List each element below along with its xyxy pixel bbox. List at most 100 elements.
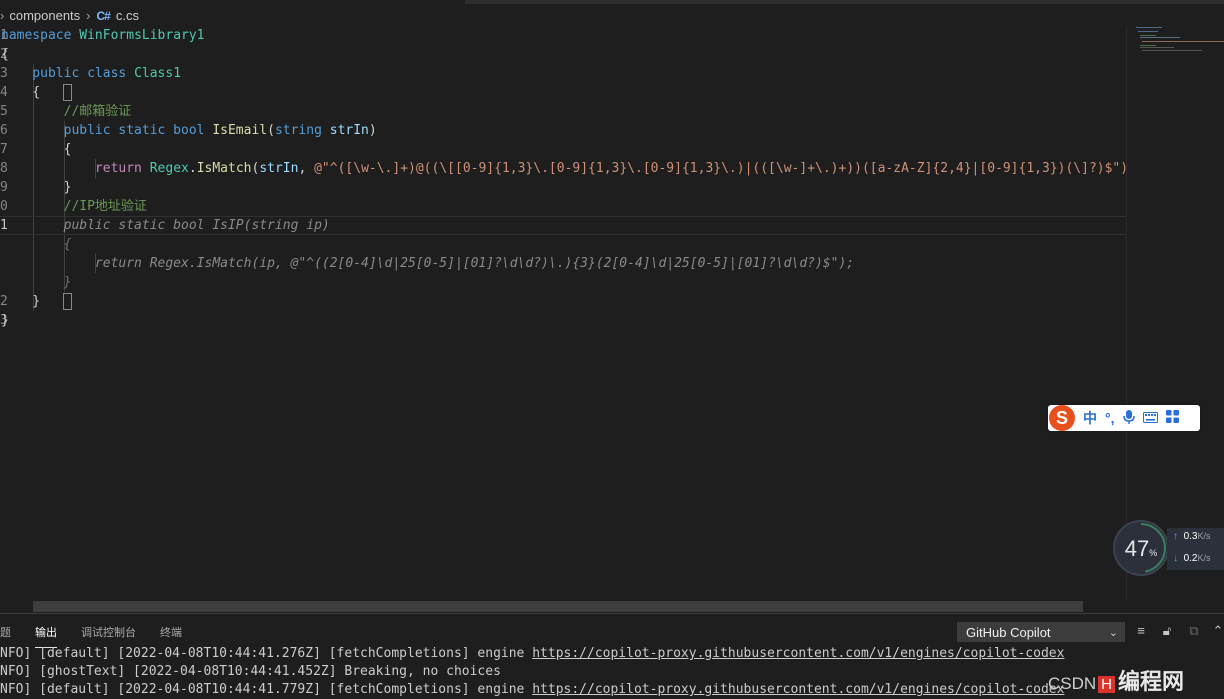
ime-toolbar[interactable]: S 中 °, bbox=[1048, 405, 1200, 431]
log-line: NFO] [ghostText] [2022-04-08T10:44:41.45… bbox=[0, 663, 501, 681]
code-token: IsEmail bbox=[212, 123, 268, 138]
code-text: public static bool IsEmail(string strIn) bbox=[1, 121, 377, 140]
mic-icon[interactable] bbox=[1122, 409, 1135, 427]
code-line[interactable]: 1 public static bool IsIP(string ip) bbox=[0, 216, 1126, 235]
code-token: strIn bbox=[329, 123, 369, 138]
panel-tab[interactable]: 题 bbox=[0, 624, 11, 644]
watermark: CSDN H 编程网 bbox=[1048, 664, 1184, 696]
code-text: } bbox=[1, 292, 40, 311]
code-line[interactable]: 3} bbox=[0, 311, 1126, 330]
code-token: WinFormsLibrary1 bbox=[79, 28, 205, 43]
chevron-up-icon[interactable]: ⌃ bbox=[1210, 623, 1224, 639]
code-token: { bbox=[1, 47, 9, 62]
minimap-line bbox=[1140, 45, 1156, 46]
code-line[interactable]: { bbox=[0, 235, 1126, 254]
code-token: ) bbox=[368, 123, 377, 138]
code-token: public static bool IsIP(string ip) bbox=[1, 218, 330, 233]
minimap-line bbox=[1142, 50, 1202, 51]
log-text: NFO] [ghostText] [2022-04-08T10:44:41.45… bbox=[0, 664, 501, 679]
breadcrumb-folder[interactable]: components bbox=[9, 8, 80, 23]
code-token: { bbox=[1, 237, 72, 252]
csharp-file-icon: C# bbox=[96, 8, 111, 23]
log-line: NFO] [default] [2022-04-08T10:44:41.276Z… bbox=[0, 645, 1064, 663]
code-token: } bbox=[1, 294, 41, 309]
upload-speed: ↑ 0.3K/s bbox=[1173, 531, 1211, 542]
code-token: public bbox=[1, 66, 88, 81]
code-token: IsMatch bbox=[196, 161, 252, 176]
watermark-text: CSDN bbox=[1048, 674, 1097, 693]
output-channel-select[interactable]: GitHub Copilot ⌄ bbox=[957, 622, 1125, 642]
log-link[interactable]: https://copilot-proxy.githubusercontent.… bbox=[532, 682, 1064, 697]
grid-icon[interactable] bbox=[1165, 410, 1179, 426]
minimap[interactable] bbox=[1126, 26, 1224, 599]
code-text: } bbox=[1, 273, 72, 292]
code-token: , bbox=[298, 161, 315, 176]
active-editor-tab[interactable] bbox=[0, 0, 465, 4]
code-token: ( bbox=[267, 123, 275, 138]
panel-tab[interactable]: 输出 bbox=[35, 624, 57, 648]
minimap-line bbox=[1140, 47, 1174, 48]
code-text: } bbox=[1, 311, 9, 330]
watermark-brand: 编程网 bbox=[1118, 669, 1185, 694]
code-token: class bbox=[87, 66, 135, 81]
panel-tab[interactable]: 调试控制台 bbox=[81, 624, 136, 644]
code-line[interactable]: 6 public static bool IsEmail(string strI… bbox=[0, 121, 1126, 140]
code-token: //邮箱验证 bbox=[1, 104, 132, 119]
code-line[interactable]: 8 return Regex.IsMatch(strIn, @"^([\w-\.… bbox=[0, 159, 1126, 178]
code-text: { bbox=[1, 83, 40, 102]
log-text: NFO] [default] [2022-04-08T10:44:41.779Z… bbox=[0, 682, 533, 697]
code-token: strIn bbox=[259, 161, 299, 176]
horizontal-scrollbar[interactable] bbox=[33, 601, 1083, 612]
code-token: public static bool bbox=[1, 123, 213, 138]
ime-language-toggle[interactable]: 中 bbox=[1083, 408, 1097, 428]
log-text: NFO] [default] [2022-04-08T10:44:41.276Z… bbox=[0, 646, 533, 661]
code-editor[interactable]: 1 namespace WinFormsLibrary1 2{3 public cl… bbox=[0, 26, 1126, 599]
output-panel: 题 输出 调试控制台 终端 GitHub Copilot ⌄ ≡ 🔓︎ ⧉ ⌃ NFO… bbox=[0, 613, 1224, 698]
code-line[interactable]: 4 { bbox=[0, 83, 1126, 102]
code-text: return Regex.IsMatch(strIn, @"^([\w-\.]+… bbox=[1, 159, 1126, 178]
output-channel-value: GitHub Copilot bbox=[966, 625, 1051, 640]
code-token: } bbox=[1, 275, 72, 290]
tab-strip bbox=[0, 0, 1224, 4]
code-token: namespace bbox=[1, 28, 80, 43]
panel-tab[interactable]: 终端 bbox=[160, 624, 182, 644]
code-line[interactable]: 2 } bbox=[0, 292, 1126, 311]
minimap-line bbox=[1142, 41, 1224, 42]
breadcrumb-file[interactable]: c.cs bbox=[116, 8, 139, 23]
tab-strip-empty bbox=[465, 0, 1224, 4]
code-text: } bbox=[1, 178, 72, 197]
code-text: public class Class1 bbox=[1, 64, 181, 83]
code-token: } bbox=[1, 313, 9, 328]
code-token: } bbox=[1, 180, 72, 195]
code-token: @"^([\w-\.]+)@((\[[0-9]{1,3}\.[0-9]{1,3}… bbox=[314, 161, 1126, 176]
log-link[interactable]: https://copilot-proxy.githubusercontent.… bbox=[532, 646, 1064, 661]
keyboard-icon[interactable] bbox=[1142, 410, 1158, 426]
code-text: namespace WinFormsLibrary1 bbox=[1, 26, 205, 45]
code-token: return bbox=[1, 161, 150, 176]
code-line[interactable]: } bbox=[0, 273, 1126, 292]
minimap-line bbox=[1136, 27, 1162, 28]
ime-punctuation-toggle[interactable]: °, bbox=[1105, 410, 1115, 426]
code-line[interactable]: 3 public class Class1 bbox=[0, 64, 1126, 83]
chevron-right-icon: › bbox=[86, 8, 91, 23]
code-text: { bbox=[1, 140, 72, 159]
code-token: { bbox=[1, 85, 41, 100]
code-line[interactable]: 2{ bbox=[0, 45, 1126, 64]
clear-output-icon[interactable]: ≡ bbox=[1133, 623, 1149, 639]
copy-icon[interactable]: ⧉ bbox=[1186, 623, 1202, 639]
code-token: return Regex.IsMatch(ip, @"^((2[0-4]\d|2… bbox=[1, 256, 855, 271]
network-speed-gauge[interactable]: 47% bbox=[1113, 520, 1169, 576]
lock-icon[interactable]: 🔓︎ bbox=[1159, 623, 1175, 639]
minimap-line bbox=[1140, 37, 1180, 38]
watermark-logo: H bbox=[1098, 676, 1116, 693]
code-line[interactable]: 0 //IP地址验证 bbox=[0, 197, 1126, 216]
code-token: Class1 bbox=[134, 66, 182, 81]
code-line[interactable]: 5 //邮箱验证 bbox=[0, 102, 1126, 121]
code-line[interactable]: return Regex.IsMatch(ip, @"^((2[0-4]\d|2… bbox=[0, 254, 1126, 273]
arrow-up-icon: ↑ bbox=[1173, 531, 1178, 542]
code-text: //邮箱验证 bbox=[1, 102, 132, 121]
code-line[interactable]: 1 namespace WinFormsLibrary1 bbox=[0, 26, 1126, 45]
code-line[interactable]: 7 { bbox=[0, 140, 1126, 159]
code-line[interactable]: 9 } bbox=[0, 178, 1126, 197]
code-text: return Regex.IsMatch(ip, @"^((2[0-4]\d|2… bbox=[1, 254, 854, 273]
